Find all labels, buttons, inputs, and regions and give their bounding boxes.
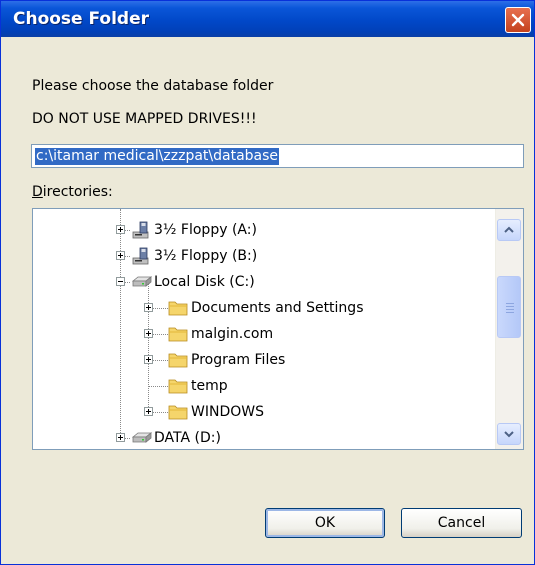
warning-text: DO NOT USE MAPPED DRIVES!!!: [32, 111, 257, 127]
choose-folder-dialog: Choose Folder Please choose the database…: [0, 0, 535, 565]
tree-item-malgin-com[interactable]: malgin.com: [33, 321, 493, 347]
tree-item-documents-and-settings[interactable]: Documents and Settings: [33, 295, 493, 321]
floppy-drive-icon: [132, 221, 149, 239]
tree-item-windows[interactable]: WINDOWS: [33, 399, 493, 425]
expand-icon[interactable]: [116, 251, 125, 260]
tree-item-label: temp: [191, 378, 228, 394]
close-button[interactable]: [505, 7, 531, 33]
expand-icon[interactable]: [144, 355, 153, 364]
directories-label: Directories:: [32, 184, 113, 200]
folder-icon: [168, 353, 188, 368]
tree-scrollbar[interactable]: [495, 209, 523, 449]
ok-button[interactable]: OK: [265, 508, 385, 538]
title-bar[interactable]: Choose Folder: [1, 1, 534, 37]
expand-icon[interactable]: [144, 329, 153, 338]
folder-path-input[interactable]: c:\itamar medical\zzzpat\database: [31, 144, 524, 168]
scroll-down-button[interactable]: [497, 423, 521, 445]
folder-path-value: c:\itamar medical\zzzpat\database: [35, 148, 280, 165]
scroll-thumb-grip: [506, 312, 514, 313]
chevron-down-icon: [504, 431, 514, 438]
directory-tree[interactable]: 3½ Floppy (A:) 3½ Floppy (B:) Local Disk…: [32, 208, 524, 450]
folder-icon: [168, 379, 188, 394]
expand-icon[interactable]: [144, 303, 153, 312]
hard-drive-icon: [132, 432, 152, 443]
tree-item-label: Local Disk (C:): [154, 274, 255, 290]
tree-item-local-disk-c[interactable]: Local Disk (C:): [33, 269, 493, 295]
dialog-title: Choose Folder: [13, 9, 150, 29]
hard-drive-icon: [132, 276, 152, 287]
expand-icon[interactable]: [144, 407, 153, 416]
scroll-up-button[interactable]: [497, 219, 521, 241]
tree-item-floppy-a[interactable]: 3½ Floppy (A:): [33, 217, 493, 243]
scroll-thumb[interactable]: [497, 276, 521, 338]
chevron-up-icon: [504, 226, 514, 233]
directories-label-text: irectories:: [42, 184, 113, 200]
scroll-thumb-grip: [506, 309, 514, 310]
tree-item-label: Documents and Settings: [191, 300, 364, 316]
folder-icon: [168, 327, 188, 342]
folder-icon: [168, 405, 188, 420]
tree-item-label: WINDOWS: [191, 404, 264, 420]
tree-item-data-d[interactable]: DATA (D:): [33, 425, 493, 449]
folder-icon: [168, 301, 188, 316]
expand-icon[interactable]: [116, 225, 125, 234]
tree-item-temp[interactable]: temp: [33, 373, 493, 399]
scroll-thumb-grip: [506, 306, 514, 307]
expand-icon[interactable]: [116, 433, 125, 442]
directories-label-hotkey: D: [32, 184, 43, 200]
close-icon: [511, 13, 525, 27]
floppy-drive-icon: [132, 247, 149, 265]
collapse-icon[interactable]: [116, 277, 125, 286]
instruction-text: Please choose the database folder: [32, 78, 274, 94]
tree-item-label: Program Files: [191, 352, 286, 368]
tree-item-label: malgin.com: [191, 326, 274, 342]
scroll-thumb-grip: [506, 303, 514, 304]
tree-item-label: DATA (D:): [154, 430, 221, 446]
cancel-button[interactable]: Cancel: [401, 508, 522, 538]
tree-item-floppy-b[interactable]: 3½ Floppy (B:): [33, 243, 493, 269]
tree-item-label: 3½ Floppy (B:): [154, 248, 258, 264]
tree-item-label: 3½ Floppy (A:): [154, 222, 257, 238]
tree-item-program-files[interactable]: Program Files: [33, 347, 493, 373]
